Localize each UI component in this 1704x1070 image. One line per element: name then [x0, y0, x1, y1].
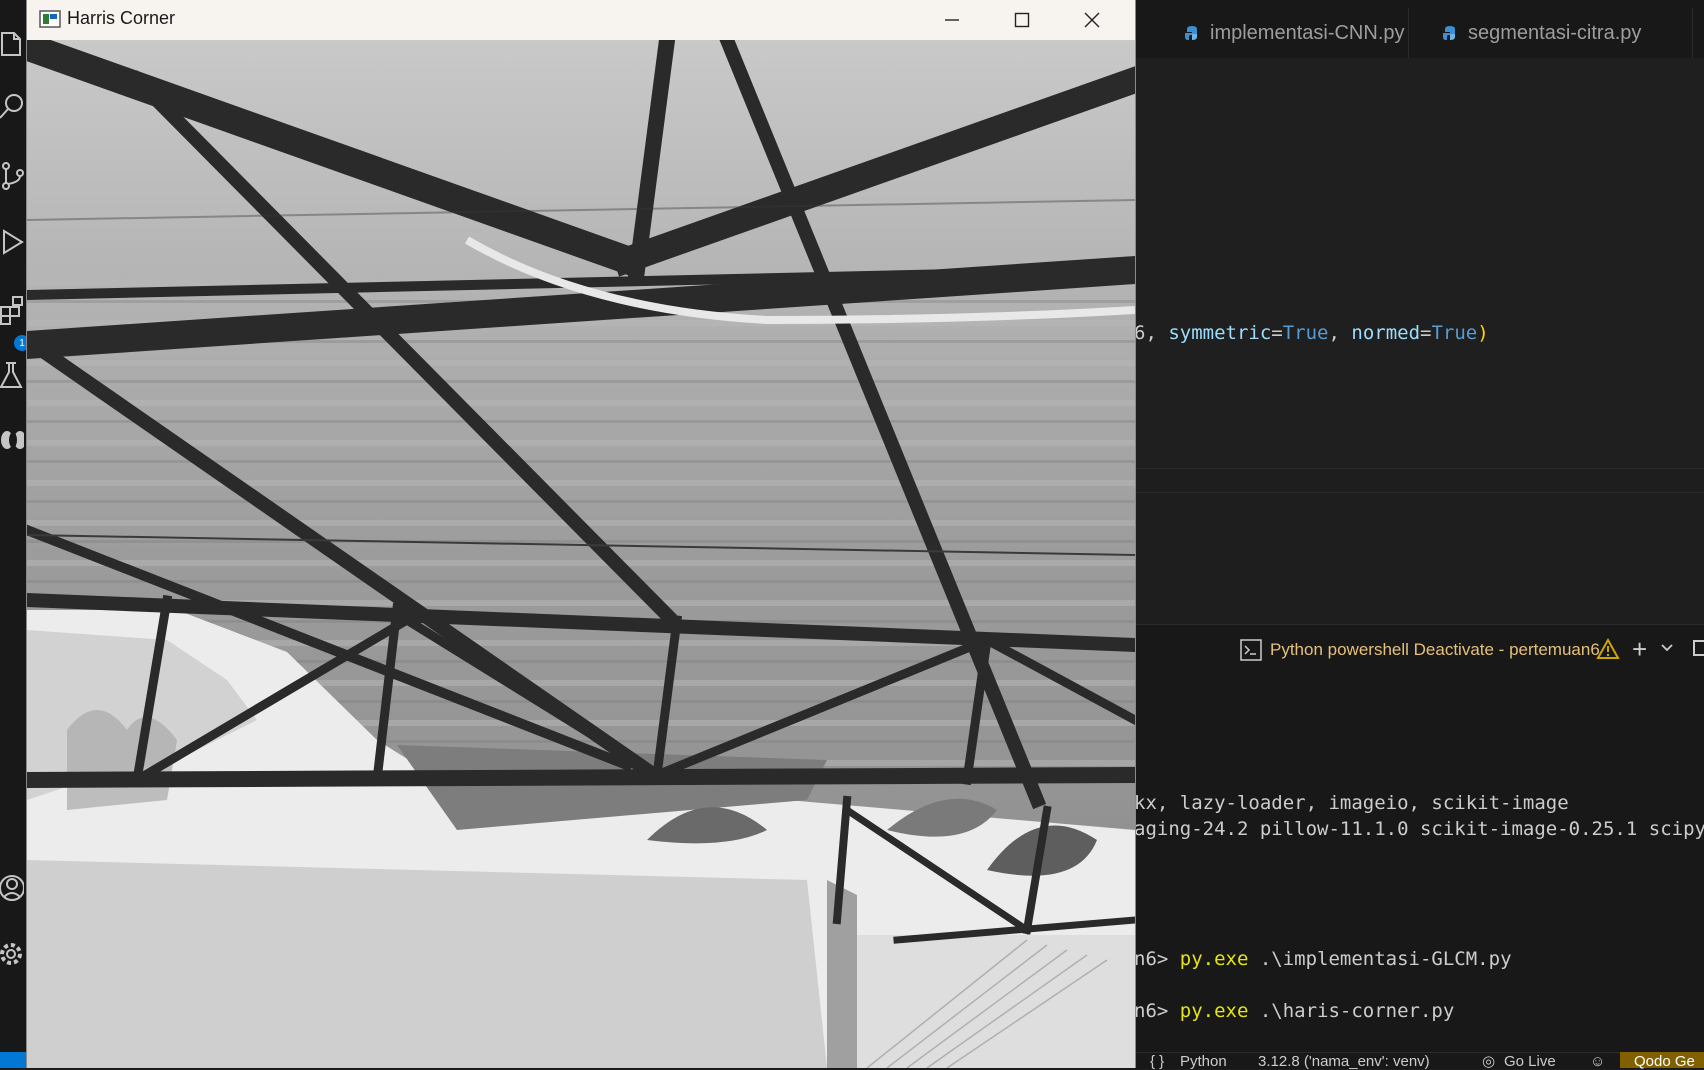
explorer-icon[interactable]	[0, 22, 26, 62]
split-terminal-icon[interactable]	[1693, 640, 1704, 656]
search-icon[interactable]	[0, 86, 26, 126]
app-icon	[39, 10, 61, 28]
extensions-icon[interactable]	[0, 290, 26, 330]
remote-icon[interactable]	[0, 420, 26, 460]
window-titlebar[interactable]: Harris Corner	[27, 0, 1135, 40]
close-icon	[1084, 12, 1100, 28]
editor-divider	[1134, 492, 1704, 493]
warning-icon[interactable]	[1596, 638, 1620, 660]
code-line: 6, symmetric=True, normed=True)	[1134, 322, 1489, 344]
minimize-icon	[945, 19, 959, 21]
tab-label: implementasi-CNN.py	[1210, 21, 1405, 44]
minimize-button[interactable]	[917, 0, 987, 40]
terminal-line: n6> py.exe .\implementasi-GLCM.py	[1134, 948, 1512, 970]
run-debug-icon[interactable]	[0, 222, 26, 262]
close-button[interactable]	[1057, 0, 1127, 40]
terminal-line: kx, lazy-loader, imageio, scikit-image	[1134, 792, 1569, 814]
tab-implementasi-cnn[interactable]: implementasi-CNN.py	[1184, 8, 1409, 58]
terminal-icon	[1240, 639, 1262, 661]
testing-icon[interactable]	[0, 355, 26, 395]
harris-corner-window[interactable]: Harris Corner	[26, 0, 1136, 1068]
terminal-title[interactable]: Python powershell Deactivate - pertemuan…	[1240, 636, 1600, 664]
account-icon[interactable]	[0, 868, 26, 908]
source-control-icon[interactable]	[0, 156, 26, 196]
python-file-icon	[1443, 26, 1455, 40]
remote-status-button[interactable]	[0, 1052, 26, 1068]
tab-label: segmentasi-citra.py	[1468, 21, 1642, 44]
window-title: Harris Corner	[67, 8, 176, 28]
python-file-icon	[1185, 26, 1197, 40]
activity-bar: 1	[0, 0, 30, 1068]
editor-tab-strip: implementasi-CNN.py segmentasi-citra.py	[1134, 0, 1704, 59]
new-terminal-plus-icon[interactable]: +	[1632, 636, 1647, 662]
maximize-icon	[1014, 12, 1030, 28]
status-qodo[interactable]: Qodo Ge	[1620, 1052, 1704, 1070]
terminal-line: aging-24.2 pillow-11.1.0 scikit-image-0.…	[1134, 818, 1704, 840]
chevron-down-icon[interactable]	[1660, 640, 1674, 654]
maximize-button[interactable]	[987, 0, 1057, 40]
tab-segmentasi-citra[interactable]: segmentasi-citra.py	[1442, 8, 1693, 58]
grayscale-roof-truss-image	[27, 40, 1135, 1068]
terminal-line: n6> py.exe .\haris-corner.py	[1134, 1000, 1455, 1022]
settings-icon[interactable]	[0, 934, 26, 974]
code-editor[interactable]	[1134, 58, 1704, 468]
editor-divider	[1134, 468, 1704, 469]
terminal-title-label: Python powershell Deactivate - pertemuan…	[1270, 640, 1600, 659]
